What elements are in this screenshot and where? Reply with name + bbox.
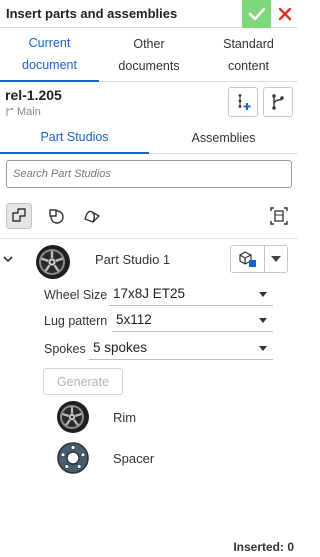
insert-version-button[interactable] (228, 87, 258, 117)
dialog-header: Insert parts and assemblies (0, 0, 298, 28)
document-name: rel-1.205 (5, 87, 62, 103)
config-value: 5x112 (116, 312, 152, 327)
part-filter-button[interactable] (6, 203, 32, 229)
tab-label-line1: Standard (223, 37, 274, 51)
document-info: rel-1.205 Main (0, 82, 298, 122)
wheel-thumbnail (36, 245, 70, 279)
part-filter-icon (12, 208, 26, 222)
lug-pattern-select[interactable]: 5x112 (112, 309, 273, 332)
caret-down-icon (271, 256, 281, 262)
spokes-select[interactable]: 5 spokes (89, 337, 273, 360)
insert-part-icon (238, 251, 256, 267)
tab-current-document[interactable]: Current document (0, 28, 99, 82)
caret-down-icon (259, 318, 267, 323)
generate-button[interactable]: Generate (43, 368, 123, 395)
tab-label-line2: documents (118, 59, 180, 73)
caret-down-icon (259, 292, 267, 297)
part-studio-name: Part Studio 1 (95, 252, 171, 267)
caret-down-icon (259, 346, 267, 351)
select-all-icon (270, 207, 288, 225)
insert-split-button (230, 245, 288, 273)
insert-options-dropdown[interactable] (265, 246, 287, 272)
inserted-count: Inserted: 0 (233, 540, 294, 554)
tab-label-line2: content (227, 59, 269, 73)
tab-other-documents[interactable]: Other documents (99, 28, 199, 82)
part-item-rim[interactable]: Rim (54, 398, 254, 438)
config-spokes: Spokes 5 spokes (41, 337, 273, 361)
config-wheel-size: Wheel Size 17x8J ET25 (41, 283, 273, 307)
part-name: Rim (113, 410, 137, 425)
spacer-thumbnail (57, 442, 89, 474)
ok-button[interactable] (242, 0, 271, 28)
part-name: Spacer (113, 451, 155, 466)
insert-version-icon (238, 94, 251, 110)
surface-filter-icon (49, 209, 64, 224)
config-label: Wheel Size (44, 288, 108, 302)
close-icon (278, 7, 292, 21)
search-input[interactable] (7, 161, 291, 187)
chevron-down-icon[interactable] (2, 253, 14, 265)
tab-label-line1: Current (28, 36, 71, 50)
branch-graph-button[interactable] (263, 87, 293, 117)
config-value: 5 spokes (93, 340, 148, 355)
curve-filter-icon (84, 210, 100, 223)
part-studio-item[interactable]: Part Studio 1 (0, 238, 298, 282)
tab-label-line1: Other (133, 37, 165, 51)
branch-name: Main (17, 106, 41, 118)
part-item-spacer[interactable]: Spacer (54, 439, 254, 479)
insert-button[interactable] (231, 246, 265, 272)
branch-icon (6, 107, 14, 116)
studio-type-tabs: Part Studios Assemblies (0, 122, 298, 154)
tab-label-line2: document (22, 58, 77, 72)
config-label: Spokes (44, 342, 86, 356)
search-box (6, 160, 292, 188)
tab-assemblies[interactable]: Assemblies (149, 122, 298, 154)
curve-filter-button[interactable] (79, 203, 105, 229)
config-label: Lug pattern (44, 314, 108, 328)
select-all-button[interactable] (266, 203, 292, 229)
config-lug-pattern: Lug pattern 5x112 (41, 309, 273, 333)
branch-graph-icon (272, 94, 284, 110)
document-source-tabs: Current document Other documents Standard c… (0, 28, 298, 82)
surface-filter-button[interactable] (43, 203, 69, 229)
rim-thumbnail (57, 401, 89, 433)
config-value: 17x8J ET25 (113, 286, 186, 301)
wheel-size-select[interactable]: 17x8J ET25 (109, 283, 273, 306)
check-icon (248, 7, 265, 21)
close-button[interactable] (272, 0, 298, 28)
branch-indicator: Main (5, 106, 41, 118)
tab-standard-content[interactable]: Standard content (199, 28, 298, 82)
dialog-title: Insert parts and assemblies (6, 6, 178, 21)
tab-part-studios[interactable]: Part Studios (0, 122, 149, 154)
